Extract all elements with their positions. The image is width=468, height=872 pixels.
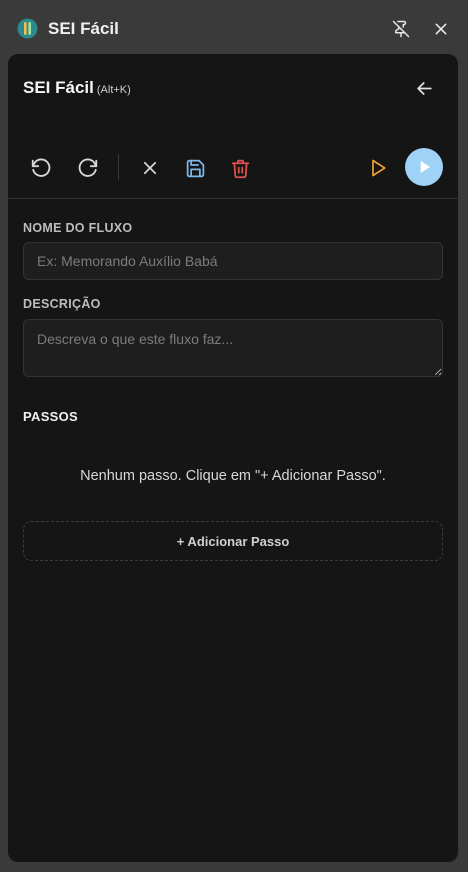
close-icon <box>435 23 447 35</box>
trash-icon <box>231 159 249 178</box>
unpin-button[interactable] <box>390 18 412 40</box>
panel-header: SEI Fácil (Alt+K) <box>8 54 458 124</box>
back-button[interactable] <box>412 76 436 100</box>
delete-button[interactable] <box>226 154 254 182</box>
panel-hotkey: (Alt+K) <box>96 84 131 96</box>
flow-name-input[interactable] <box>23 242 443 280</box>
steps-heading: PASSOS <box>23 409 79 424</box>
app-logo-icon <box>17 18 38 39</box>
panel-title: SEI Fácil (Alt+K) <box>23 78 131 98</box>
close-window-button[interactable] <box>430 18 452 40</box>
save-icon <box>186 159 204 177</box>
panel-title-text: SEI Fácil <box>23 78 94 97</box>
play-icon <box>420 161 430 173</box>
redo-icon <box>78 158 98 177</box>
add-step-button[interactable]: + Adicionar Passo <box>23 521 443 561</box>
toolbar-divider <box>8 198 458 199</box>
close-icon <box>143 161 157 175</box>
flow-editor-panel: SEI Fácil (Alt+K) NOME DO FLUXO Ex: Memo… <box>8 54 458 862</box>
steps-empty-message: Nenhum passo. Clique em "+ Adicionar Pas… <box>80 468 386 484</box>
unpin-icon <box>392 20 410 38</box>
undo-button[interactable] <box>27 154 55 182</box>
play-outline-icon <box>372 159 386 177</box>
window-titlebar: SEI Fácil <box>0 0 468 54</box>
save-button[interactable] <box>181 154 209 182</box>
cancel-button[interactable] <box>136 154 164 182</box>
editor-toolbar <box>8 146 458 190</box>
arrow-left-icon <box>416 81 432 95</box>
flow-name-label: NOME DO FLUXO <box>23 221 133 235</box>
toolbar-separator <box>118 154 119 180</box>
flow-description-label: DESCRIÇÃO <box>23 297 101 311</box>
flow-description-input[interactable] <box>23 319 443 377</box>
run-flow-button[interactable] <box>405 148 443 186</box>
redo-button[interactable] <box>74 154 102 182</box>
window-title: SEI Fácil <box>48 19 119 38</box>
undo-icon <box>31 158 51 177</box>
test-run-button[interactable] <box>364 154 392 182</box>
